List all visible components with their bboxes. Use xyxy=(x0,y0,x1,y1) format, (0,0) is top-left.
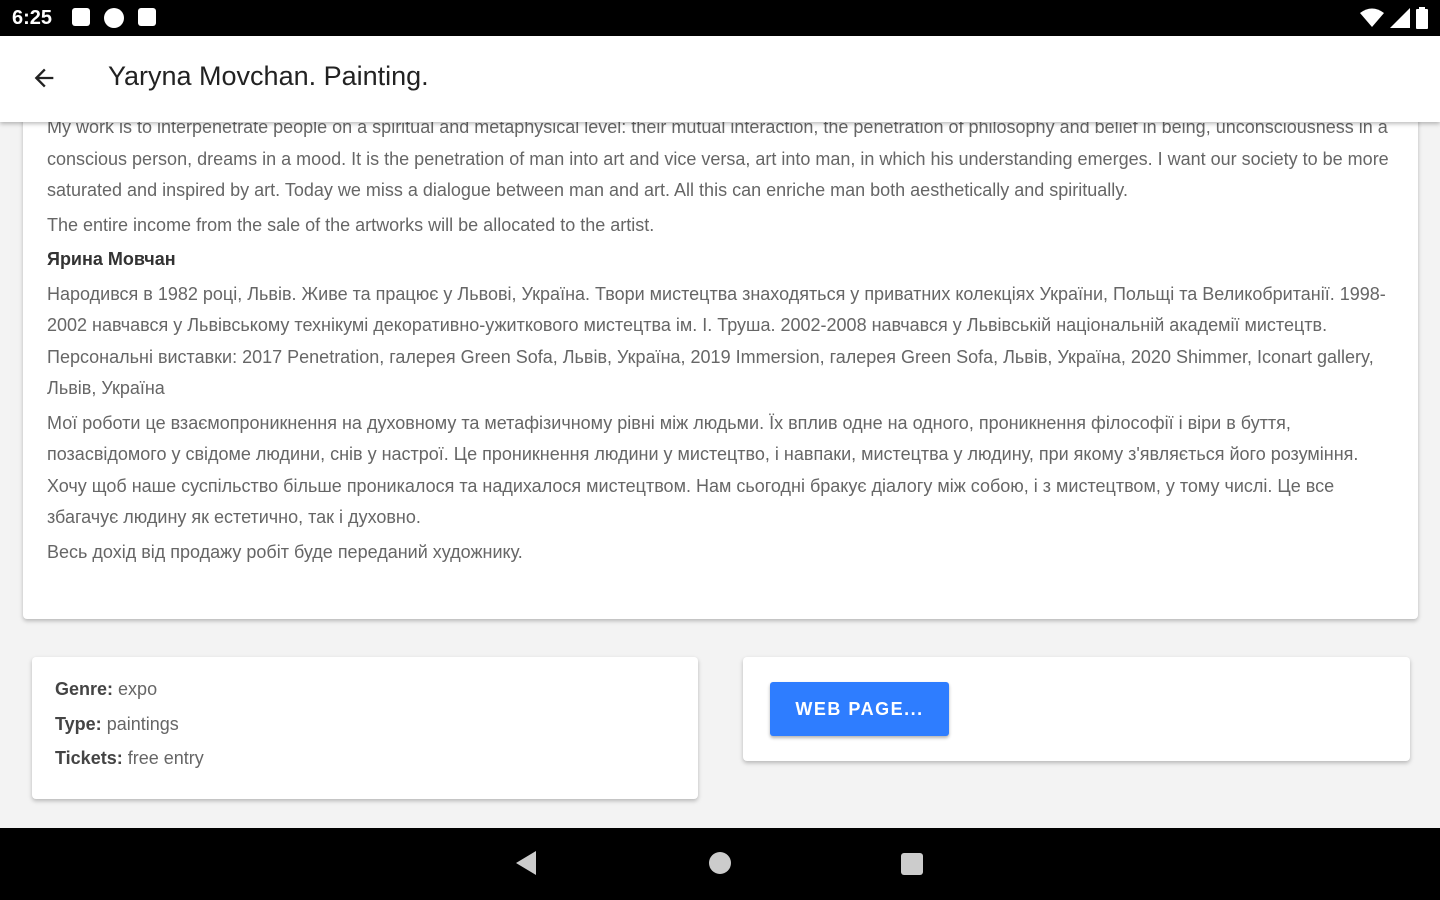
system-nav-bar xyxy=(0,828,1440,900)
artist-heading: Ярина Мовчан xyxy=(47,249,176,269)
square-recents-icon[interactable] xyxy=(901,853,923,875)
battery-icon xyxy=(1416,7,1428,29)
status-time: 6:25 xyxy=(12,7,53,29)
circle-home-icon[interactable] xyxy=(709,852,731,874)
page-title: Yaryna Movchan. Painting. xyxy=(108,61,429,91)
arrow-left-icon xyxy=(34,68,54,88)
type-label: Type: xyxy=(55,714,102,734)
sd-card-icon xyxy=(138,8,156,26)
tickets-row: Tickets: free entry xyxy=(55,748,204,769)
wifi-icon xyxy=(1360,8,1384,27)
app-notification-icon xyxy=(104,8,124,28)
genre-value: expo xyxy=(118,679,158,699)
notification-icon xyxy=(72,8,90,26)
genre-row: Genre: expo xyxy=(55,679,157,700)
description-paragraph: My work is to interpenetrate people on a… xyxy=(47,122,1389,200)
status-right-icons xyxy=(1360,7,1428,29)
type-row: Type: paintings xyxy=(55,714,179,735)
genre-label: Genre: xyxy=(55,679,114,699)
description-card: My work is to interpenetrate people on a… xyxy=(23,122,1418,619)
description-paragraph: Весь дохід від продажу робіт буде переда… xyxy=(47,541,523,562)
tickets-value: free entry xyxy=(127,748,204,768)
signal-icon xyxy=(1390,8,1410,28)
notification-icons xyxy=(72,8,156,28)
app-bar: Yaryna Movchan. Painting. xyxy=(0,36,1440,122)
description-body: My work is to interpenetrate people on a… xyxy=(47,122,1397,571)
type-value: paintings xyxy=(106,714,179,734)
triangle-back-icon[interactable] xyxy=(516,851,536,875)
scroll-content[interactable]: My work is to interpenetrate people on a… xyxy=(0,122,1440,828)
event-info-card: Genre: expo Type: paintings Tickets: fre… xyxy=(32,657,698,799)
description-paragraph: The entire income from the sale of the a… xyxy=(47,214,655,235)
web-page-card: WEB PAGE... xyxy=(743,657,1410,761)
tickets-label: Tickets: xyxy=(55,748,123,768)
description-paragraph: Мої роботи це взаємопроникнення на духов… xyxy=(47,412,1359,528)
description-paragraph: Народився в 1982 році, Львів. Живе та пр… xyxy=(47,283,1386,399)
status-bar: 6:25 xyxy=(0,0,1440,36)
web-page-button[interactable]: WEB PAGE... xyxy=(770,682,949,736)
back-button[interactable] xyxy=(24,58,64,98)
